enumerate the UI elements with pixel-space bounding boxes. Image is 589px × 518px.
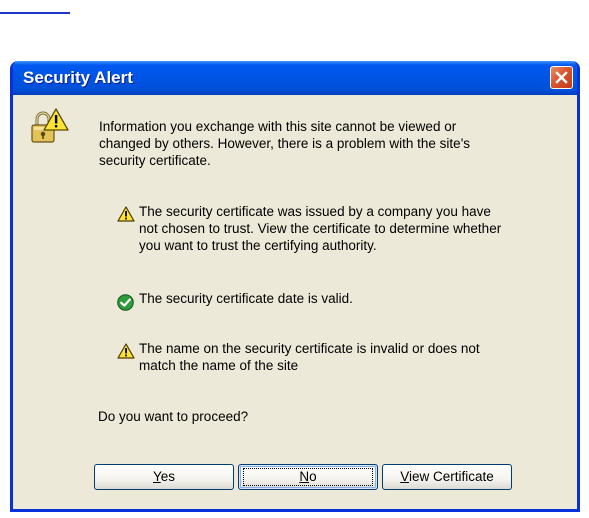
check-line: match the name of the site [139, 358, 299, 373]
checkmark-icon [117, 294, 134, 311]
certificate-date-check: The security certificate date is valid. [139, 290, 353, 307]
close-icon [555, 71, 568, 84]
intro-line: Information you exchange with this site … [99, 119, 457, 134]
view-certificate-button[interactable]: View Certificate [382, 464, 512, 490]
dialog-body: Information you exchange with this site … [13, 95, 577, 509]
intro-line: security certificate. [99, 153, 211, 168]
check-line: The security certificate date is valid. [139, 291, 353, 306]
intro-line: changed by others. However, there is a p… [99, 136, 471, 151]
close-button[interactable] [550, 66, 573, 89]
no-button[interactable]: No [238, 464, 378, 490]
background-link-underline [0, 12, 70, 14]
certificate-trust-check: The security certificate was issued by a… [139, 203, 501, 254]
no-button-label: No [299, 469, 317, 484]
security-lock-warning-icon [31, 108, 69, 143]
view-certificate-button-label: View Certificate [400, 469, 494, 484]
warning-icon [117, 206, 135, 222]
yes-button[interactable]: Yes [94, 464, 234, 490]
intro-message: Information you exchange with this site … [99, 118, 470, 169]
proceed-question: Do you want to proceed? [98, 409, 249, 424]
check-line: you want to trust the certifying authori… [139, 238, 377, 253]
check-line: not chosen to trust. View the certificat… [139, 221, 502, 236]
security-alert-dialog: Security Alert Information you exchange … [10, 61, 580, 512]
check-line: The security certificate was issued by a… [139, 204, 491, 219]
check-line: The name on the security certificate is … [139, 341, 480, 356]
title-bar[interactable]: Security Alert [13, 61, 577, 95]
yes-button-label: Yes [152, 469, 176, 484]
certificate-name-check: The name on the security certificate is … [139, 340, 480, 374]
warning-icon [117, 343, 135, 359]
dialog-title: Security Alert [23, 68, 133, 87]
